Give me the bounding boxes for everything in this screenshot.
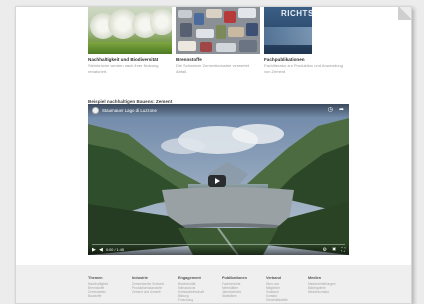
card-image-book[interactable]: RICHTS xyxy=(264,7,312,54)
video-progress-bar[interactable] xyxy=(92,244,345,245)
footer-heading: Themen xyxy=(88,276,103,280)
card-title[interactable]: Brennstoffe xyxy=(176,57,260,62)
footer-column-publications: Publikationen Fachberichte Merkblätter J… xyxy=(222,276,262,298)
document-page: Nachhaltigkeit und Biodiversität Steinbr… xyxy=(15,6,412,304)
card-title[interactable]: Nachhaltigkeit und Biodiversität xyxy=(88,57,172,62)
book-cover-title: RICHTS xyxy=(281,9,312,18)
video-controls xyxy=(88,244,349,255)
card-fuels[interactable]: Brennstoffe Die Schweizer Zementindustri… xyxy=(176,7,260,74)
fullscreen-icon[interactable]: ⛶ xyxy=(341,247,345,253)
footer-column-topics: Themen Nachhaltigkeit Brennstoffe Zement… xyxy=(88,276,128,298)
card-image-trees[interactable] xyxy=(88,7,172,54)
share-icon[interactable]: ➦ xyxy=(339,107,344,113)
footer-heading: Medien xyxy=(308,276,322,280)
play-button[interactable] xyxy=(208,175,226,187)
footer-link[interactable]: Forschung xyxy=(178,298,218,302)
footer-column-association: Verband Über uns Mitglieder Vorstand Kon… xyxy=(266,276,306,303)
footer-column-engagement: Engagement Biodiversität Klimaschutz Kre… xyxy=(178,276,218,303)
footer-link[interactable]: Statistiken xyxy=(222,294,262,298)
footer-link[interactable]: Zement und Umwelt xyxy=(132,290,172,294)
card-publications[interactable]: RICHTS Fachpublikationen Fachliteratur z… xyxy=(264,7,348,74)
volume-icon[interactable]: ◀ xyxy=(99,247,103,253)
footer-column-industry: Industrie Zementwerke Schweiz Produktion… xyxy=(132,276,172,294)
footer-heading: Publikationen xyxy=(222,276,247,280)
video-title[interactable]: Staumauer Lago di Luzzone xyxy=(102,108,157,113)
play-icon[interactable]: ▶ xyxy=(92,247,96,253)
card-title[interactable]: Fachpublikationen xyxy=(264,57,348,62)
footer-link[interactable]: Baustoffe xyxy=(88,294,128,298)
footer-column-media: Medien Medienmitteilungen Bildergalerie … xyxy=(308,276,348,294)
video-player[interactable]: Staumauer Lago di Luzzone ◷ ➦ ▶ ◀ 0:00 /… xyxy=(88,104,349,255)
youtube-logo-icon[interactable]: ▣ xyxy=(332,246,336,252)
footer-heading: Verband xyxy=(266,276,281,280)
card-biodiversity[interactable]: Nachhaltigkeit und Biodiversität Steinbr… xyxy=(88,7,172,74)
settings-icon[interactable]: ⚙ xyxy=(323,247,327,253)
footer-heading: Engagement xyxy=(178,276,201,280)
channel-logo[interactable] xyxy=(92,107,99,114)
card-description: Steinbrüche werden nach ihrer Nutzung re… xyxy=(88,63,159,74)
card-description: Fachliteratur zur Produktion und Anwendu… xyxy=(264,63,343,74)
footer-link[interactable]: Medienkontakt xyxy=(308,290,348,294)
watch-later-icon[interactable]: ◷ xyxy=(328,107,333,113)
footer-heading: Industrie xyxy=(132,276,149,280)
page-curl xyxy=(398,7,411,20)
card-description: Die Schweizer Zementindustrie verwertet … xyxy=(176,63,249,74)
footer-link[interactable]: Geschäftsstelle xyxy=(266,298,306,302)
video-time: 0:00 / 1:45 xyxy=(106,248,124,252)
site-footer: Themen Nachhaltigkeit Brennstoffe Zement… xyxy=(16,265,411,303)
card-image-waste[interactable] xyxy=(176,7,260,54)
